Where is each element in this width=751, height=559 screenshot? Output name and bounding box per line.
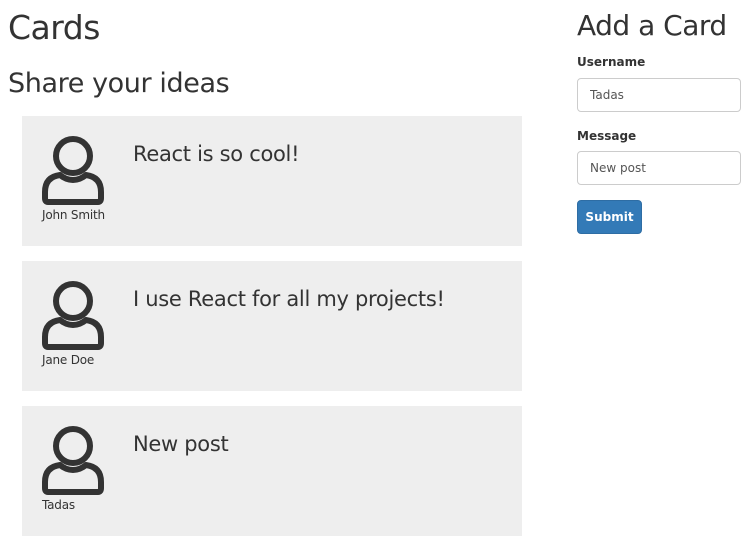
page-title: Cards — [8, 8, 100, 47]
username-label: Username — [577, 55, 646, 69]
card-message: I use React for all my projects! — [133, 287, 445, 311]
card-message: React is so cool! — [133, 142, 300, 166]
user-avatar-icon — [42, 136, 104, 206]
form-title: Add a Card — [577, 9, 727, 42]
card-message: New post — [133, 432, 229, 456]
page-subtitle: Share your ideas — [8, 68, 230, 99]
submit-button[interactable]: Submit — [577, 200, 642, 234]
card: Jane Doe I use React for all my projects… — [22, 261, 522, 391]
card: John Smith React is so cool! — [22, 116, 522, 246]
user-avatar-icon — [42, 426, 104, 496]
card-username: Tadas — [42, 498, 75, 512]
card-username: John Smith — [42, 208, 105, 222]
message-label: Message — [577, 129, 637, 143]
card-list: John Smith React is so cool! Jane Doe I … — [22, 116, 522, 551]
user-avatar-icon — [42, 281, 104, 351]
username-field[interactable] — [577, 78, 741, 112]
card: Tadas New post — [22, 406, 522, 536]
page: Cards Share your ideas John Smith React … — [0, 0, 751, 559]
card-username: Jane Doe — [42, 353, 95, 367]
message-field[interactable] — [577, 151, 741, 185]
